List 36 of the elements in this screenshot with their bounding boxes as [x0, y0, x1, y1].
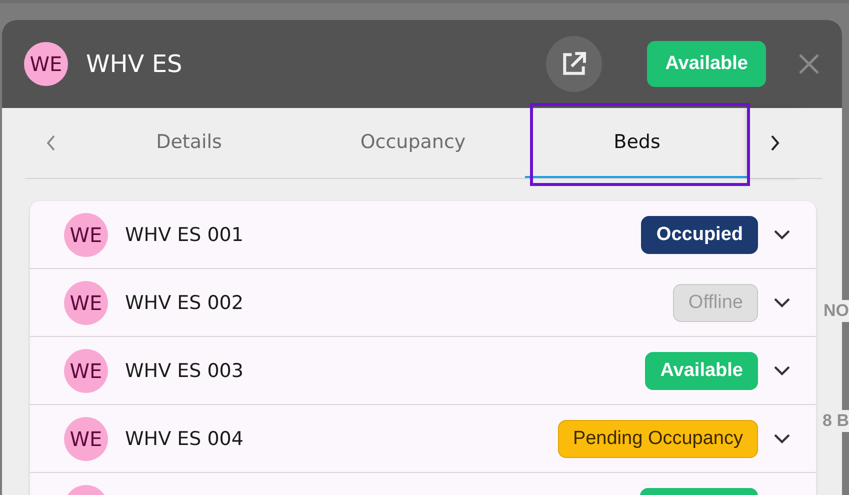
bed-name: WHV ES 003	[125, 360, 244, 382]
avatar: WE	[64, 348, 108, 392]
expand-button[interactable]	[774, 230, 790, 240]
expand-button[interactable]	[774, 434, 790, 444]
chevron-right-icon	[770, 135, 780, 151]
scroll-right-button[interactable]	[749, 108, 801, 178]
background-text: NO	[822, 300, 849, 322]
bed-row[interactable]: WE WHV ES 001 Occupied	[30, 201, 816, 269]
status-badge: Offline	[673, 284, 758, 322]
chevron-left-icon	[46, 135, 56, 151]
chevron-down-icon	[774, 298, 790, 308]
tab[interactable]: Occupancy	[301, 108, 525, 178]
bed-name: WHV ES 001	[125, 224, 244, 246]
status-badge: Pending Occupancy	[558, 420, 758, 458]
bed-row[interactable]: WE WHV ES 002 Offline	[30, 269, 816, 337]
avatar: WE	[64, 280, 108, 324]
chevron-down-icon	[774, 230, 790, 240]
background-text: 8 B	[820, 410, 849, 432]
expand-button[interactable]	[774, 366, 790, 376]
external-link-icon	[560, 50, 588, 78]
status-badge: Available	[645, 352, 758, 390]
avatar: WE	[64, 416, 108, 460]
status-badge: Available	[647, 41, 766, 87]
avatar: WE	[24, 42, 68, 86]
expand-button[interactable]	[774, 298, 790, 308]
chevron-down-icon	[774, 366, 790, 376]
avatar: WE	[64, 212, 108, 256]
tab[interactable]: Details	[77, 108, 301, 178]
bed-row[interactable]: WE WHV ES 003 Available	[30, 337, 816, 405]
bed-name: WHV ES 004	[125, 428, 244, 450]
bed-name: WHV ES 002	[125, 292, 244, 314]
chevron-down-icon	[774, 434, 790, 444]
close-icon	[798, 53, 820, 75]
status-badge: Occupied	[641, 216, 758, 254]
window-title: WHV ES	[86, 50, 184, 78]
bed-row[interactable]: WE WHV ES 004 Pending Occupancy	[30, 405, 816, 473]
